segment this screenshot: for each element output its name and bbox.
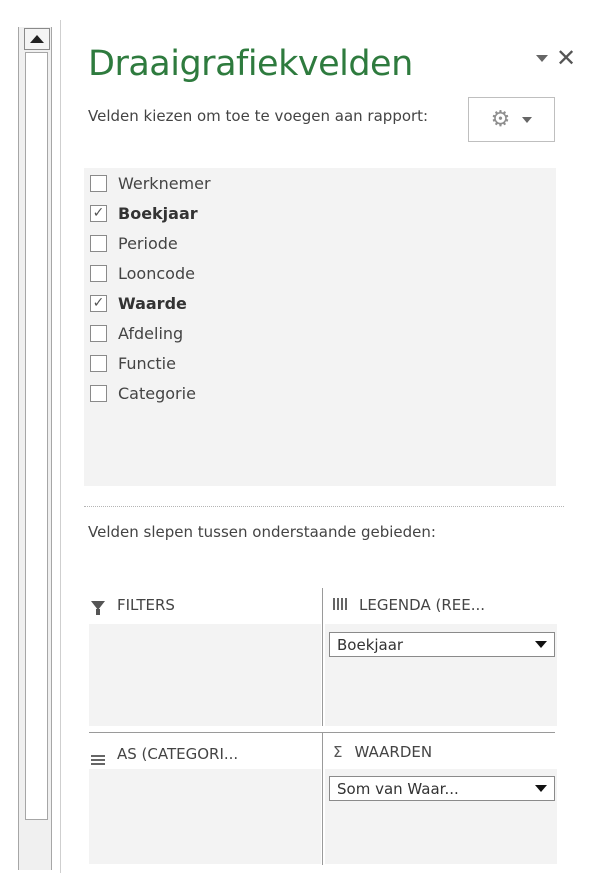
area-divider-horizontal: [89, 732, 555, 733]
field-item[interactable]: Werknemer: [90, 171, 211, 195]
scroll-thumb[interactable]: [25, 52, 48, 820]
field-item[interactable]: Looncode: [90, 261, 195, 285]
area-divider-vertical: [322, 588, 323, 726]
drag-fields-label: Velden slepen tussen onderstaande gebied…: [88, 523, 436, 541]
field-item[interactable]: Afdeling: [90, 321, 183, 345]
dropdown-arrow-icon[interactable]: [535, 641, 547, 648]
field-checkbox[interactable]: [90, 324, 107, 342]
sigma-icon: Σ: [333, 743, 343, 761]
values-field-som-van-waarde[interactable]: Som van Waar...: [329, 776, 555, 801]
axis-area-header: AS (CATEGORI...: [91, 743, 238, 765]
choose-fields-label: Velden kiezen om toe te voegen aan rappo…: [88, 107, 429, 125]
filter-icon: [91, 596, 105, 615]
field-label: Categorie: [118, 383, 196, 403]
axis-drop-area[interactable]: [89, 769, 321, 864]
field-label: Waarde: [118, 293, 187, 313]
field-list: Werknemer ✓ Boekjaar Periode Looncode ✓ Waarde…: [84, 168, 556, 486]
pane-divider: [60, 20, 61, 873]
axis-area-label: AS (CATEGORI...: [117, 745, 239, 763]
field-item[interactable]: ✓ Boekjaar: [90, 201, 198, 225]
scroll-up-button[interactable]: [24, 28, 50, 50]
area-divider-vertical: [322, 732, 323, 865]
field-label: Werknemer: [118, 173, 211, 193]
task-pane-options-dropdown[interactable]: [536, 55, 548, 62]
pane-title: Draaigrafiekvelden: [88, 44, 413, 84]
values-field-label: Som van Waar...: [337, 779, 459, 798]
legend-field-boekjaar[interactable]: Boekjaar: [329, 632, 555, 657]
arrow-up-icon: [30, 35, 44, 43]
field-checkbox[interactable]: [90, 384, 107, 402]
field-item[interactable]: Periode: [90, 231, 178, 255]
field-checkbox[interactable]: [90, 264, 107, 282]
filters-drop-area[interactable]: [89, 624, 321, 726]
values-area-label: WAARDEN: [354, 743, 433, 761]
dropdown-arrow-icon[interactable]: [535, 785, 547, 792]
field-item[interactable]: ✓ Waarde: [90, 291, 187, 315]
section-divider: [84, 506, 564, 507]
field-label: Looncode: [118, 263, 195, 283]
field-checkbox[interactable]: [90, 234, 107, 252]
chevron-down-icon: [522, 116, 533, 123]
filters-area-header: FILTERS: [91, 596, 175, 615]
legend-area-header: LEGENDA (REE...: [333, 596, 485, 614]
legend-series-icon: [333, 596, 347, 614]
axis-categories-icon: [91, 743, 105, 765]
field-label: Functie: [118, 353, 176, 373]
values-area-header: Σ WAARDEN: [333, 743, 432, 761]
field-label: Periode: [118, 233, 178, 253]
gear-icon: ⚙: [490, 106, 511, 132]
field-checkbox[interactable]: ✓: [90, 294, 107, 312]
legend-field-label: Boekjaar: [337, 635, 404, 654]
field-item[interactable]: Categorie: [90, 381, 196, 405]
field-item[interactable]: Functie: [90, 351, 176, 375]
tools-button[interactable]: ⚙: [468, 97, 555, 142]
filters-area-label: FILTERS: [117, 596, 175, 614]
field-label: Boekjaar: [118, 203, 198, 223]
field-checkbox[interactable]: [90, 174, 107, 192]
field-label: Afdeling: [118, 323, 184, 343]
field-checkbox[interactable]: [90, 354, 107, 372]
field-checkbox[interactable]: ✓: [90, 204, 107, 222]
close-icon[interactable]: ✕: [556, 44, 576, 72]
legend-area-label: LEGENDA (REE...: [359, 596, 486, 614]
